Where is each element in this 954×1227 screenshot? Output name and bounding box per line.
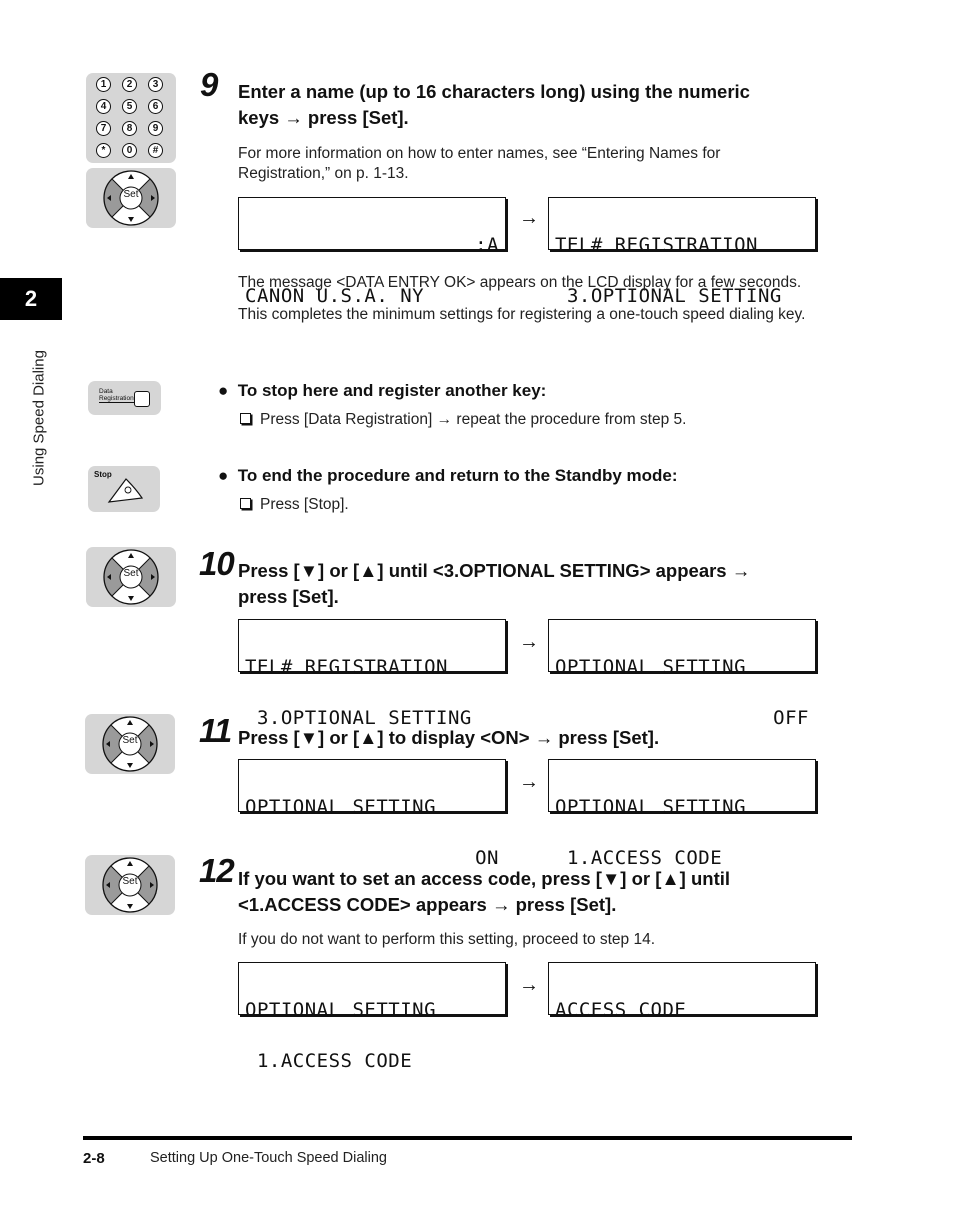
- option-instruction: Press [Stop].: [240, 496, 349, 514]
- lcd-display-after: OPTIONAL SETTING OFF: [548, 619, 816, 728]
- key-4-icon: 4: [96, 99, 111, 114]
- lcd-line-1: TEL# REGISTRATION: [245, 656, 448, 678]
- step-heading: If you want to set an access code, press…: [238, 866, 730, 918]
- option-instruction: Press [Data Registration] → repeat the p…: [240, 411, 686, 429]
- step-number: 12: [199, 852, 235, 889]
- key-star-icon: *: [96, 143, 111, 158]
- step-heading-line: Press [▼] or [▲] to display <ON> → press…: [238, 727, 660, 748]
- set-button-icon: Set: [85, 714, 175, 774]
- lcd-line-1: TEL# REGISTRATION: [555, 234, 758, 256]
- key-5-icon: 5: [122, 99, 137, 114]
- step-heading-line: If you want to set an access code, press…: [238, 868, 731, 889]
- lcd-line-2: [555, 1053, 809, 1070]
- lcd-line-2: 1.ACCESS CODE: [245, 1050, 413, 1072]
- step-heading-line: keys → press [Set].: [238, 107, 409, 128]
- lcd-line-1: ACCESS CODE: [555, 999, 687, 1021]
- numeric-keypad-icon: 1 2 3 4 5 6 7 8 9 * 0 #: [86, 73, 176, 163]
- step-note: If you do not want to perform this setti…: [238, 931, 656, 948]
- chapter-side-title: Using Speed Dialing: [24, 330, 54, 505]
- label-line: Data: [99, 388, 113, 395]
- data-registration-label: Data Registration: [99, 388, 136, 403]
- lcd-line-2: ON: [475, 847, 499, 869]
- lcd-display-before: TEL# REGISTRATION 3.OPTIONAL SETTING: [238, 619, 506, 728]
- step-number: 9: [200, 66, 218, 103]
- arrow-icon: →: [519, 631, 539, 653]
- step-heading-line: press [Set].: [238, 586, 339, 607]
- lcd-line-1: :A: [475, 234, 499, 256]
- button-square-icon: [134, 391, 150, 407]
- step-number: 10: [199, 545, 235, 582]
- lcd-line-1: OPTIONAL SETTING: [245, 796, 437, 818]
- set-button-icon: Set: [86, 547, 176, 607]
- lcd-display-after: TEL# REGISTRATION 3.OPTIONAL SETTING: [548, 197, 816, 306]
- key-2-icon: 2: [122, 77, 137, 92]
- set-label: Set: [123, 568, 139, 579]
- step-note: For more information on how to enter nam…: [238, 145, 721, 182]
- lcd-display-before: OPTIONAL SETTING ON: [238, 759, 506, 868]
- arrow-icon: →: [519, 974, 539, 996]
- paragraph: This completes the minimum settings for …: [238, 306, 806, 323]
- arrow-icon: →: [519, 207, 539, 229]
- checkbox-icon: [240, 498, 251, 509]
- key-0-icon: 0: [122, 143, 137, 158]
- option-heading-text: To stop here and register another key:: [237, 381, 547, 400]
- paragraph: The message <DATA ENTRY OK> appears on t…: [238, 274, 802, 291]
- key-1-icon: 1: [96, 77, 111, 92]
- key-7-icon: 7: [96, 121, 111, 136]
- step-heading: Enter a name (up to 16 characters long) …: [238, 79, 750, 131]
- option-instruction-text: Press [Data Registration] → repeat the p…: [260, 411, 687, 428]
- set-label: Set: [122, 735, 138, 746]
- label-line: Registration: [99, 395, 136, 403]
- step-heading-line: Enter a name (up to 16 characters long) …: [238, 81, 750, 102]
- footer-rule: [83, 1136, 852, 1140]
- lcd-line-1: OPTIONAL SETTING: [245, 999, 437, 1021]
- stop-button-icon: Stop: [88, 466, 160, 512]
- lcd-line-1: OPTIONAL SETTING: [555, 796, 747, 818]
- option-heading-text: To end the procedure and return to the S…: [237, 466, 678, 485]
- set-button-icon: Set: [85, 855, 175, 915]
- data-registration-button-icon: Data Registration: [88, 381, 161, 415]
- step-number: 11: [199, 712, 232, 749]
- key-3-icon: 3: [148, 77, 163, 92]
- arrow-icon: →: [519, 771, 539, 793]
- chapter-tab: 2: [0, 278, 62, 320]
- option-heading: ● To stop here and register another key:: [218, 381, 546, 401]
- checkbox-icon: [240, 413, 251, 424]
- set-label: Set: [123, 189, 139, 200]
- step-heading: Press [▼] or [▲] to display <ON> → press…: [238, 725, 659, 751]
- chapter-number: 2: [24, 286, 38, 311]
- lcd-display-before: :A CANON U.S.A. NY: [238, 197, 506, 306]
- step-heading-line: <1.ACCESS CODE> appears → press [Set].: [238, 894, 617, 915]
- key-6-icon: 6: [148, 99, 163, 114]
- footer-section-title: Setting Up One-Touch Speed Dialing: [150, 1150, 387, 1166]
- page-number: 2-8: [83, 1150, 105, 1167]
- option-heading: ● To end the procedure and return to the…: [218, 466, 678, 486]
- lcd-line-2: 1.ACCESS CODE: [555, 847, 723, 869]
- key-hash-icon: #: [148, 143, 163, 158]
- step-heading-line: Press [▼] or [▲] until <3.OPTIONAL SETTI…: [238, 560, 751, 581]
- bullet-icon: ●: [218, 381, 238, 400]
- chapter-title: Using Speed Dialing: [30, 349, 48, 486]
- step-heading: Press [▼] or [▲] until <3.OPTIONAL SETTI…: [238, 558, 750, 610]
- key-9-icon: 9: [148, 121, 163, 136]
- option-instruction-text: Press [Stop].: [260, 496, 349, 513]
- set-button-icon: Set: [86, 168, 176, 228]
- lcd-display-after: OPTIONAL SETTING 1.ACCESS CODE: [548, 759, 816, 868]
- set-label: Set: [122, 876, 138, 887]
- lcd-display-before: OPTIONAL SETTING 1.ACCESS CODE: [238, 962, 506, 1071]
- lcd-line-1: OPTIONAL SETTING: [555, 656, 747, 678]
- lcd-display-after: ACCESS CODE: [548, 962, 816, 1020]
- bullet-icon: ●: [218, 466, 238, 485]
- key-8-icon: 8: [122, 121, 137, 136]
